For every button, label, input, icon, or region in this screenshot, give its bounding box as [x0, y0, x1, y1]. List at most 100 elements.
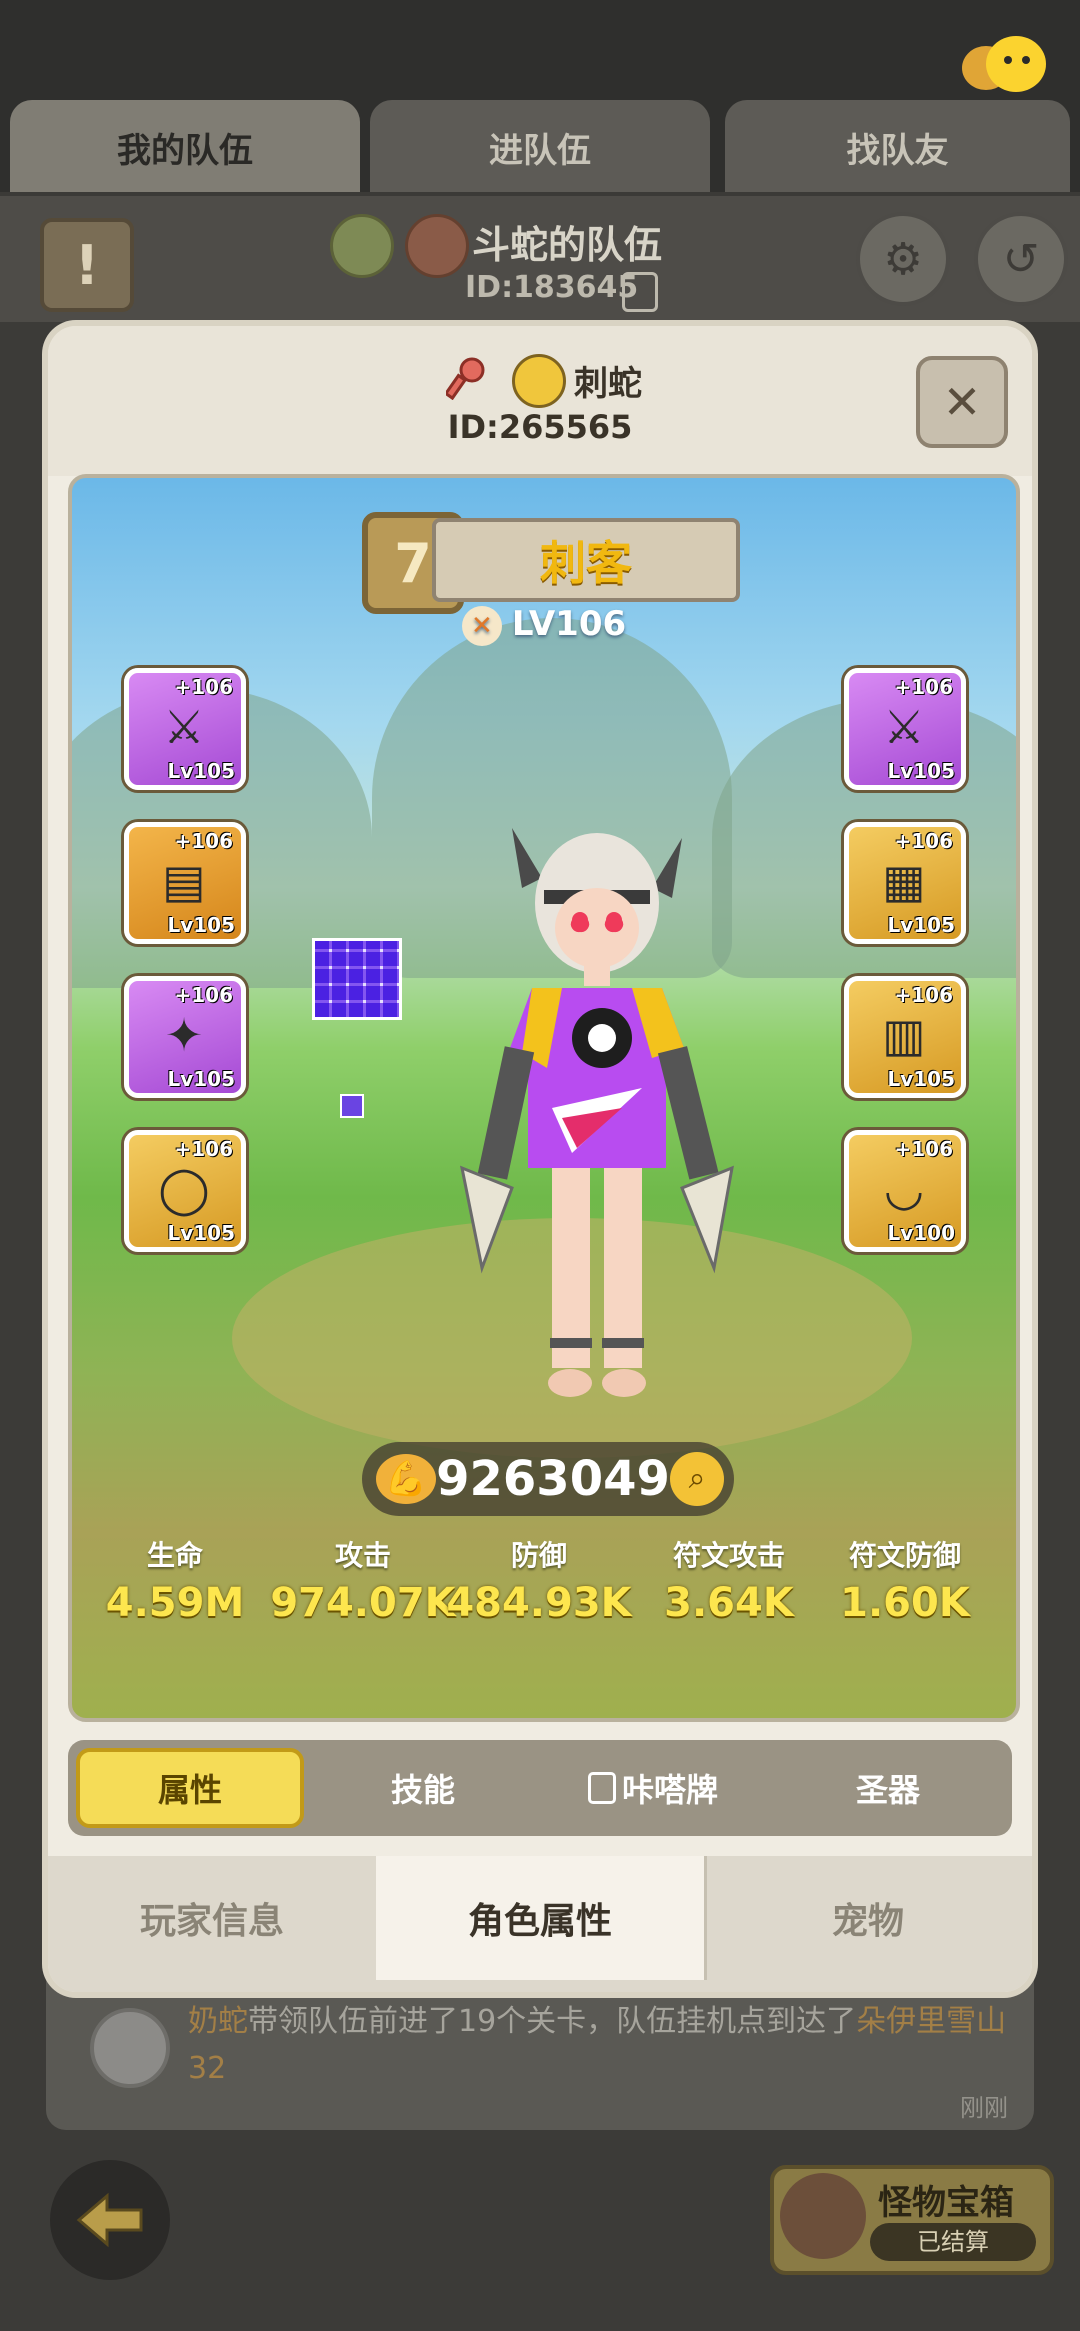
key-icon [443, 356, 488, 401]
log-player-name: 奶蛇 [188, 2004, 248, 2039]
tab-character-attributes[interactable]: 角色属性 [376, 1856, 707, 1980]
settings-gear-icon[interactable]: ⚙ [856, 212, 950, 306]
boots-icon: ▥ [882, 1008, 926, 1062]
tab-attributes[interactable]: 属性 [76, 1748, 304, 1828]
tab-pets[interactable]: 宠物 [704, 1856, 1032, 1980]
belt-icon: ▦ [882, 854, 926, 908]
chest-status: 已结算 [870, 2223, 1036, 2261]
team-name: 斗蛇的队伍 [472, 223, 663, 267]
stat-value: 484.93K [446, 1580, 632, 1626]
stat-rune-defense: 符文防御 1.60K [810, 1534, 1000, 1626]
stat-label: 符文防御 [848, 1539, 961, 1572]
claw-weapon-icon: ⚔ [163, 700, 205, 754]
class-name: 刺客 [432, 518, 740, 602]
lock-icon [587, 1772, 616, 1804]
stat-value: 1.60K [840, 1580, 970, 1626]
equip-slot-right-4[interactable]: ◡ +106 Lv100 [844, 1130, 966, 1252]
stat-label: 攻击 [334, 1539, 391, 1572]
stat-label: 符文攻击 [672, 1539, 785, 1572]
sub-tab-bar: 属性 技能 咔嗒牌 圣器 [68, 1740, 1012, 1836]
equip-level: Lv105 [167, 1221, 235, 1245]
close-button[interactable]: ✕ [916, 356, 1008, 448]
equip-slot-left-3[interactable]: ✦ +106 Lv105 [124, 976, 246, 1098]
equip-level: Lv105 [167, 1067, 235, 1091]
stat-value: 974.07K [270, 1580, 456, 1626]
tab-my-team[interactable]: 我的队伍 [10, 100, 360, 195]
stat-defense: 防御 484.93K [444, 1534, 634, 1626]
equip-slot-left-1[interactable]: ⚔ +106 Lv105 [124, 668, 246, 790]
back-arrow-icon [76, 2192, 143, 2248]
claw-weapon-icon: ⚔ [883, 700, 925, 754]
equip-slot-right-2[interactable]: ▦ +106 Lv105 [844, 822, 966, 944]
character-model [452, 808, 742, 1428]
tab-player-info[interactable]: 玩家信息 [48, 1856, 379, 1980]
equip-level: Lv105 [887, 913, 955, 937]
muscle-arm-icon: 💪 [376, 1454, 436, 1504]
tab-relics[interactable]: 圣器 [778, 1748, 998, 1828]
stat-value: 4.59M [105, 1580, 245, 1626]
equip-slot-right-1[interactable]: ⚔ +106 Lv105 [844, 668, 966, 790]
stat-rune-attack: 符文攻击 3.64K [634, 1534, 824, 1626]
log-timestamp: 刚刚 [960, 2094, 1008, 2122]
equip-level: Lv105 [887, 759, 955, 783]
tab-kata-cards[interactable]: 咔嗒牌 [538, 1748, 768, 1828]
avatar [90, 2008, 170, 2088]
hero-level-text: LV106 [511, 604, 627, 644]
equip-plus: +106 [894, 983, 953, 1007]
equip-plus: +106 [894, 1137, 953, 1161]
equip-slot-left-4[interactable]: ◯ +106 Lv105 [124, 1130, 246, 1252]
tab-find-teammates[interactable]: 找队友 [725, 100, 1070, 195]
equip-plus: +106 [174, 675, 233, 699]
equip-plus: +106 [174, 1137, 233, 1161]
equip-plus: +106 [174, 983, 233, 1007]
chat-bubble-icon[interactable] [956, 34, 1052, 94]
stat-attack: 攻击 974.07K [268, 1534, 458, 1626]
equip-plus: +106 [894, 829, 953, 853]
combat-power: 💪 9263049 ⌕ [362, 1442, 734, 1516]
leave-team-icon[interactable]: ↺ [974, 212, 1068, 306]
small-cube-icon [340, 1094, 364, 1118]
equip-level: Lv100 [887, 1221, 955, 1245]
team-id: ID:183645 [465, 270, 639, 305]
tab-kata-cards-label: 咔嗒牌 [621, 1771, 718, 1809]
magnifier-icon[interactable]: ⌕ [670, 1452, 724, 1506]
stat-label: 防御 [510, 1539, 567, 1572]
tab-join-team[interactable]: 进队伍 [370, 100, 710, 195]
chest-title: 怪物宝箱 [878, 2183, 1014, 2223]
boar-chest-icon [780, 2173, 866, 2259]
equip-level: Lv105 [887, 1067, 955, 1091]
monster-chest-button[interactable]: 怪物宝箱 已结算 [770, 2165, 1054, 2275]
team-emblem-icon [405, 214, 469, 278]
back-button[interactable] [50, 2160, 170, 2280]
notice-board-icon[interactable]: ! [40, 218, 134, 312]
team-log-message: 奶蛇带领队伍前进了19个关卡，队伍挂机点到达了朵伊里雪山32 [188, 1998, 1008, 2092]
player-name: 刺蛇 [574, 364, 642, 404]
equip-slot-left-2[interactable]: ▤ +106 Lv105 [124, 822, 246, 944]
hero-level: ✕ LV106 [72, 604, 1016, 646]
equip-slot-right-3[interactable]: ▥ +106 Lv105 [844, 976, 966, 1098]
team-header: ! 斗蛇的队伍 ID:183645 ⚙ ↺ [0, 192, 1080, 330]
assassin-class-icon: ✕ [461, 605, 502, 646]
player-avatar-icon [512, 354, 566, 408]
equip-plus: +106 [174, 829, 233, 853]
tab-skills[interactable]: 技能 [318, 1748, 528, 1828]
equip-level: Lv105 [167, 759, 235, 783]
stat-hp: 生命 4.59M [80, 1534, 270, 1626]
stat-value: 3.64K [664, 1580, 794, 1626]
magic-cube-icon [312, 938, 402, 1020]
player-info-modal: 刺蛇 ID:265565 ✕ 7 刺客 ✕ LV106 ⚔ +106 Lv105 … [48, 326, 1032, 1992]
gauntlet-icon: ✦ [164, 1008, 204, 1062]
bottom-tab-bar: 玩家信息 角色属性 宠物 [48, 1856, 1032, 1992]
equip-level: Lv105 [167, 913, 235, 937]
copy-icon[interactable] [622, 272, 658, 312]
close-icon: ✕ [942, 375, 982, 429]
armguard-icon: ▤ [162, 854, 206, 908]
stat-label: 生命 [146, 1539, 203, 1572]
player-id: ID:265565 [447, 408, 633, 446]
equip-plus: +106 [894, 675, 953, 699]
ring-icon: ◯ [158, 1162, 210, 1216]
team-badge-icon [330, 214, 394, 278]
character-showcase: 7 刺客 ✕ LV106 ⚔ +106 Lv105 ▤ +106 Lv105 ✦ … [68, 474, 1020, 1722]
log-message-text: 带领队伍前进了19个关卡，队伍挂机点到达了 [248, 2004, 857, 2039]
combat-power-value: 9263049 [436, 1451, 670, 1507]
